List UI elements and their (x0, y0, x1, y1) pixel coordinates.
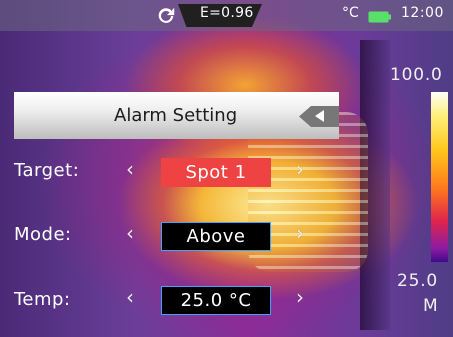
temperature-scale-min: 25.0 (397, 271, 439, 291)
temp-chevron-left-icon[interactable]: ‹ (126, 285, 134, 309)
clock-time: 12:00 (401, 5, 444, 21)
mode-chevron-right-icon[interactable]: › (296, 221, 304, 245)
target-value[interactable]: Spot 1 (161, 158, 271, 187)
range-mode-indicator: M (423, 296, 438, 316)
temperature-palette-bar (431, 92, 448, 262)
alarm-setting-header: Alarm Setting (14, 92, 339, 139)
mode-label: Mode: (14, 224, 72, 245)
temp-label: Temp: (14, 289, 71, 310)
temp-chevron-right-icon[interactable]: › (296, 285, 304, 309)
target-chevron-left-icon[interactable]: ‹ (126, 157, 134, 181)
mode-value[interactable]: Above (161, 222, 271, 251)
status-bar: E=0.96 °C 12:00 (0, 0, 453, 31)
target-chevron-right-icon[interactable]: › (296, 157, 304, 181)
target-label: Target: (14, 160, 80, 181)
temp-value[interactable]: 25.0 °C (161, 286, 271, 315)
emissivity-value: E=0.96 (200, 5, 254, 21)
back-icon[interactable] (299, 106, 339, 127)
mode-chevron-left-icon[interactable]: ‹ (126, 221, 134, 245)
refresh-icon[interactable] (155, 5, 177, 27)
battery-icon (368, 8, 392, 23)
temperature-unit: °C (342, 5, 359, 21)
thermal-camera-screen: E=0.96 °C 12:00 100.0 25.0 M Alarm Setti… (0, 0, 453, 337)
temperature-scale-max: 100.0 (390, 65, 443, 85)
page-title: Alarm Setting (114, 105, 238, 126)
